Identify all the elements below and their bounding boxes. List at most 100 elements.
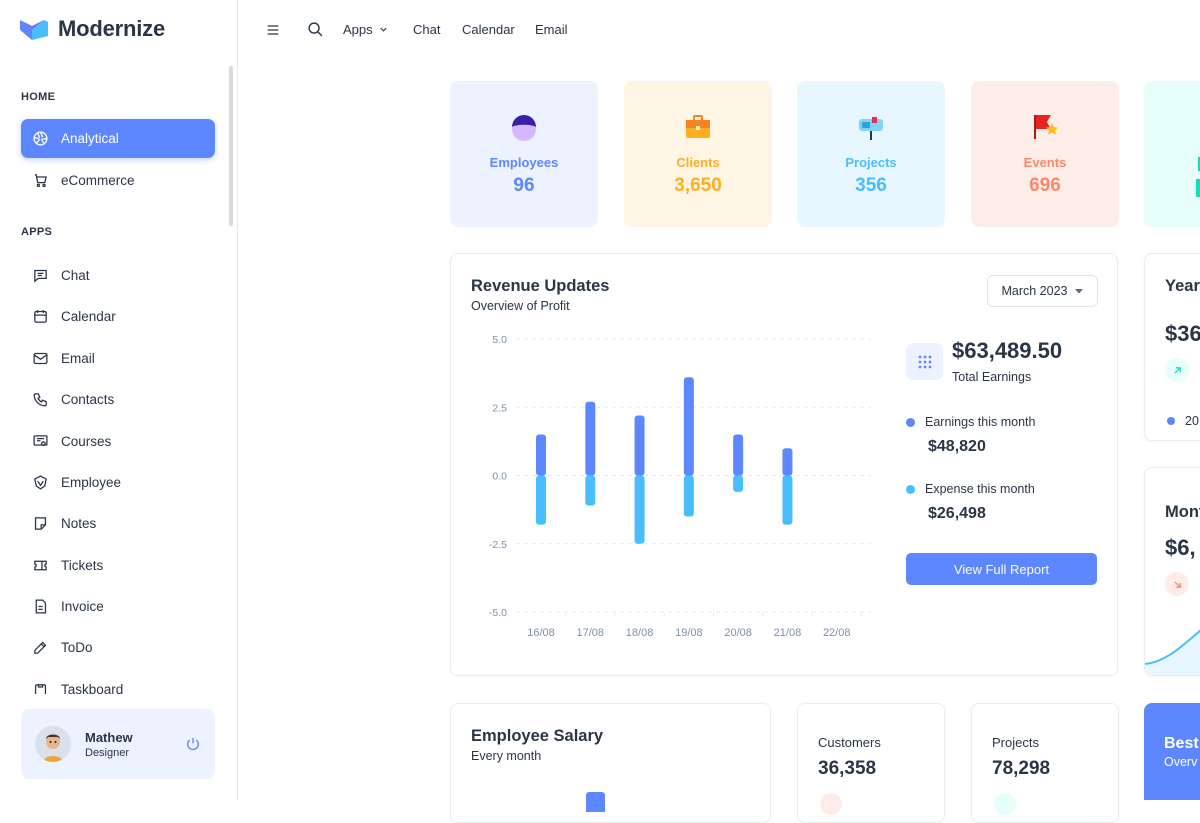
expense-bar [585, 475, 596, 506]
expense-bar [536, 475, 546, 525]
yearly-legend: 20 [1167, 414, 1199, 428]
sidebar-item-label: ToDo [61, 640, 93, 655]
sidebar-item-label: Chat [61, 268, 90, 283]
app-logo[interactable]: Modernize [18, 16, 165, 42]
monthly-sparkline [1145, 629, 1200, 675]
arrow-up-right-icon [1173, 366, 1181, 374]
card-title: Mont [1165, 503, 1200, 521]
trend-badge [994, 793, 1016, 815]
flag-star-icon [1034, 115, 1058, 139]
calendar-icon [34, 310, 47, 323]
sidebar-item-label: Notes [61, 516, 97, 531]
user-avatar-icon [35, 726, 71, 762]
note-icon [34, 517, 47, 530]
top-bar: Apps Chat Calendar Email [238, 0, 1200, 60]
legend-expense: Expense this month [906, 482, 1035, 496]
sidebar-item-tickets[interactable]: Tickets [21, 546, 215, 585]
customers-card: Customers 36,358 [797, 703, 945, 823]
power-icon[interactable] [185, 736, 201, 752]
sidebar-item-label: Email [61, 351, 95, 366]
sidebar-item-todo[interactable]: ToDo [21, 628, 215, 667]
stat-value: 696 [1029, 175, 1061, 196]
topbar-link-calendar[interactable]: Calendar [462, 22, 515, 37]
sidebar-item-label: Employee [61, 475, 122, 490]
cart-icon [34, 174, 47, 188]
stat-card-employees[interactable]: Employees 96 [450, 81, 598, 227]
partial-stat-value [1196, 179, 1200, 197]
yearly-breakup-card: Yearl $36 20 [1144, 253, 1200, 441]
sidebar-item-chat[interactable]: Chat [21, 256, 215, 295]
y-tick-label: 0.0 [492, 471, 507, 483]
topbar-link-chat[interactable]: Chat [413, 22, 440, 37]
card-title: Best [1164, 735, 1199, 752]
search-icon[interactable] [307, 21, 324, 38]
aperture-icon [33, 131, 48, 146]
x-tick-label: 21/08 [774, 627, 802, 639]
expense-bar [782, 475, 793, 525]
trend-down-badge [1165, 572, 1189, 596]
sidebar-item-taskboard[interactable]: Taskboard [21, 670, 215, 694]
view-full-report-button[interactable]: View Full Report [906, 553, 1097, 585]
earnings-value: $48,820 [928, 438, 986, 455]
menu-icon[interactable] [265, 22, 281, 38]
sidebar-item-email[interactable]: Email [21, 339, 215, 378]
month-select[interactable]: March 2023 [987, 275, 1098, 307]
stat-card-events[interactable]: Events 696 [971, 81, 1119, 227]
sidebar-item-analytical[interactable]: Analytical [21, 119, 215, 158]
avatar[interactable] [35, 726, 71, 762]
earnings-bar [634, 415, 645, 476]
total-earnings-value: $63,489.50 [952, 338, 1063, 363]
stat-value: 356 [855, 175, 887, 196]
sidebar-item-label: Invoice [61, 599, 104, 614]
ticket-icon [34, 560, 47, 571]
x-tick-label: 18/08 [626, 627, 654, 639]
stat-card-clients[interactable]: Clients 3,650 [624, 81, 772, 227]
earnings-bar [733, 434, 744, 476]
sidebar-item-label: Analytical [61, 131, 119, 146]
y-tick-label: 5.0 [492, 334, 507, 346]
sidebar-scrollbar[interactable] [229, 66, 233, 226]
best-selling-card: Best Overv [1144, 703, 1200, 800]
monthly-value: $6, [1165, 535, 1196, 560]
stat-card-partial[interactable] [1144, 81, 1200, 227]
sidebar-item-contacts[interactable]: Contacts [21, 380, 215, 419]
sidebar-item-label: Tickets [61, 558, 104, 573]
chevron-down-icon [379, 27, 387, 32]
employee-salary-card: Employee Salary Every month [450, 703, 771, 823]
expense-bar [733, 475, 744, 492]
card-subtitle: Overview of Profit [471, 299, 570, 313]
profile-name: Mathew [85, 729, 133, 745]
sidebar-item-label: Calendar [61, 309, 116, 324]
legend-dot [1167, 417, 1175, 425]
sidebar-item-courses[interactable]: Courses [21, 422, 215, 461]
card-title: Yearl [1165, 277, 1200, 295]
nav-caption-home: HOME [21, 91, 56, 103]
grid-dots-icon [918, 355, 931, 368]
phone-icon [33, 393, 47, 407]
sidebar-item-ecommerce[interactable]: eCommerce [21, 161, 215, 200]
sidebar: Modernize HOME Analytical eCommerce APPS… [0, 0, 238, 800]
stat-card-projects[interactable]: Projects 356 [797, 81, 945, 227]
x-tick-label: 16/08 [527, 627, 555, 639]
expense-bar [683, 475, 694, 517]
card-subtitle: Overv [1164, 755, 1198, 769]
projects-card: Projects 78,298 [971, 703, 1119, 823]
topbar-apps-menu[interactable]: Apps [343, 22, 389, 37]
revenue-updates-card: Revenue Updates Overview of Profit March… [450, 253, 1118, 676]
sidebar-item-invoice[interactable]: Invoice [21, 587, 215, 626]
sidebar-item-notes[interactable]: Notes [21, 504, 215, 543]
trend-badge [820, 793, 842, 815]
sidebar-item-label: Courses [61, 434, 112, 449]
certificate-icon [33, 435, 48, 447]
expense-value: $26,498 [928, 505, 986, 522]
sidebar-item-employee[interactable]: Employee [21, 463, 215, 502]
employee-avatar-icon [512, 115, 536, 141]
profile-role: Designer [85, 746, 130, 759]
sidebar-item-calendar[interactable]: Calendar [21, 297, 215, 336]
topbar-link-email[interactable]: Email [535, 22, 568, 37]
user-profile: Mathew Designer [21, 709, 215, 779]
salary-bar [586, 792, 605, 812]
earnings-bar [683, 377, 694, 476]
brand-shield-icon [34, 475, 47, 490]
file-text-icon [35, 599, 47, 614]
